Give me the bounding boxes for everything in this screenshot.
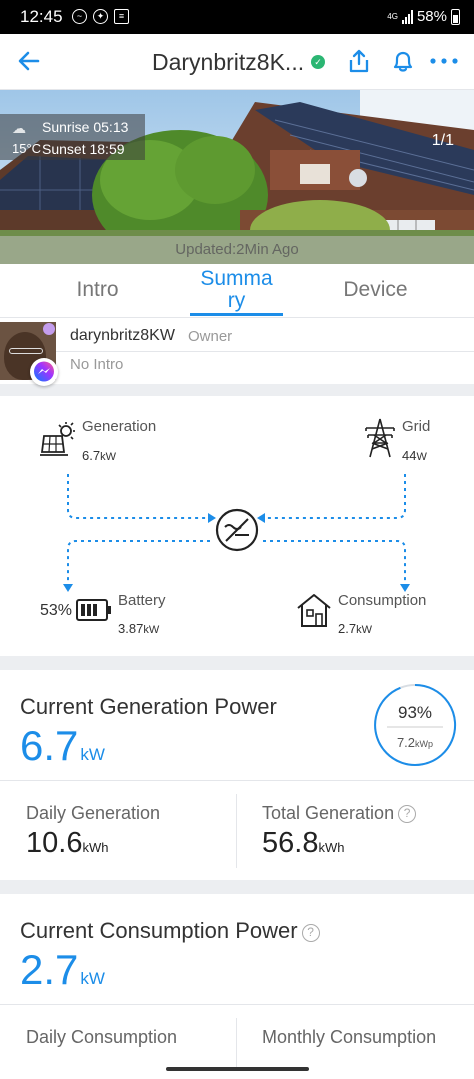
sunset-time: Sunset 18:59: [42, 141, 125, 157]
monthly-consumption-label: Monthly Consumption: [262, 1027, 437, 1047]
cloud-icon: ☁: [12, 120, 26, 136]
owner-name: darynbritz8KW: [70, 327, 175, 344]
daily-consumption-label: Daily Consumption: [26, 1027, 178, 1047]
updated-label: Updated:2Min Ago: [0, 236, 474, 264]
battery-label: Battery: [118, 592, 166, 609]
total-generation-label: Total Generation?: [262, 803, 417, 824]
status-time: 12:45: [20, 7, 63, 26]
generation-ratio-ring: [374, 684, 457, 766]
power-tower-icon: [365, 418, 395, 458]
owner-divider: [56, 351, 474, 352]
plant-photo: ☁ 15°C Sunrise 05:13 Sunset 18:59 Update…: [0, 90, 474, 264]
current-consumption-value: 2.7 kW: [20, 946, 105, 993]
status-bar: 12:45 ~ ✦ ≡ 4G 58%: [0, 0, 474, 34]
plant-title: Darynbritz8K...: [152, 49, 305, 75]
grid-flow-value: 44W: [402, 448, 427, 463]
network-type: 4G: [387, 11, 398, 21]
energy-flow-card: Generation 6.7kW Grid 44W 53% Battery 3.…: [0, 396, 474, 656]
ring-percent: 93%: [397, 703, 433, 722]
messenger-bubble[interactable]: [30, 358, 58, 386]
active-tab-indicator: [190, 313, 283, 316]
home-gesture-handle[interactable]: [166, 1067, 309, 1071]
solar-panel-icon: [40, 422, 75, 456]
current-generation-title: Current Generation Power: [20, 694, 277, 719]
generation-card: Current Generation Power 6.7 kW 93% 7.2kW…: [0, 670, 474, 880]
generation-flow-value: 6.7kW: [82, 448, 116, 463]
consumption-label: Consumption: [338, 592, 427, 609]
consumption-flow-value: 2.7kW: [338, 621, 372, 636]
owner-intro: No Intro: [70, 356, 124, 373]
house-icon: [297, 594, 331, 627]
back-arrow-icon[interactable]: [16, 48, 42, 74]
owner-role: Owner: [188, 328, 233, 345]
consumption-card: Current Consumption Power? 2.7 kW Daily C…: [0, 894, 474, 1068]
messenger-icon: ~: [72, 9, 87, 24]
divider: [236, 794, 237, 868]
status-dot: [43, 323, 55, 335]
battery-icon: [76, 599, 111, 621]
weather-panel: ☁ 15°C Sunrise 05:13 Sunset 18:59: [0, 114, 145, 160]
ring-capacity: 7.2kWp: [396, 735, 434, 750]
divider: [0, 780, 474, 781]
current-generation-value: 6.7 kW: [20, 722, 105, 769]
divider: [236, 1018, 237, 1068]
inverter-icon: [215, 508, 259, 552]
bell-icon[interactable]: [390, 48, 416, 74]
verified-check-icon: ✓: [311, 55, 325, 69]
current-consumption-title: Current Consumption Power?: [20, 918, 320, 944]
id-card-icon: ≡: [114, 9, 129, 24]
battery-percent: 58%: [416, 8, 447, 25]
more-dots-icon[interactable]: [429, 48, 459, 74]
share-icon[interactable]: [346, 48, 372, 74]
daily-generation-value: 10.6kWh: [26, 827, 109, 859]
grid-label: Grid: [402, 418, 431, 435]
battery-icon: [451, 8, 460, 25]
photo-page-indicator: 1/1: [431, 132, 454, 149]
messenger-icon: [34, 361, 54, 382]
signal-icon: [401, 9, 413, 24]
sunrise-time: Sunrise 05:13: [42, 119, 129, 135]
app-header: Darynbritz8K... ✓: [0, 34, 474, 90]
accessibility-icon: ✦: [93, 9, 108, 24]
battery-percent-label: 53%: [40, 602, 73, 619]
daily-generation-label: Daily Generation: [26, 803, 161, 823]
temperature: 15°C: [12, 141, 42, 156]
divider: [0, 1004, 474, 1005]
battery-flow-value: 3.87kW: [118, 621, 160, 636]
tab-bar: Intro Summa ry Device: [0, 264, 474, 318]
total-generation-value: 56.8kWh: [262, 827, 345, 859]
help-icon[interactable]: ?: [398, 805, 417, 823]
generation-label: Generation: [82, 418, 157, 435]
owner-row[interactable]: darynbritz8KW Owner No Intro: [0, 318, 474, 386]
help-icon[interactable]: ?: [301, 924, 320, 942]
